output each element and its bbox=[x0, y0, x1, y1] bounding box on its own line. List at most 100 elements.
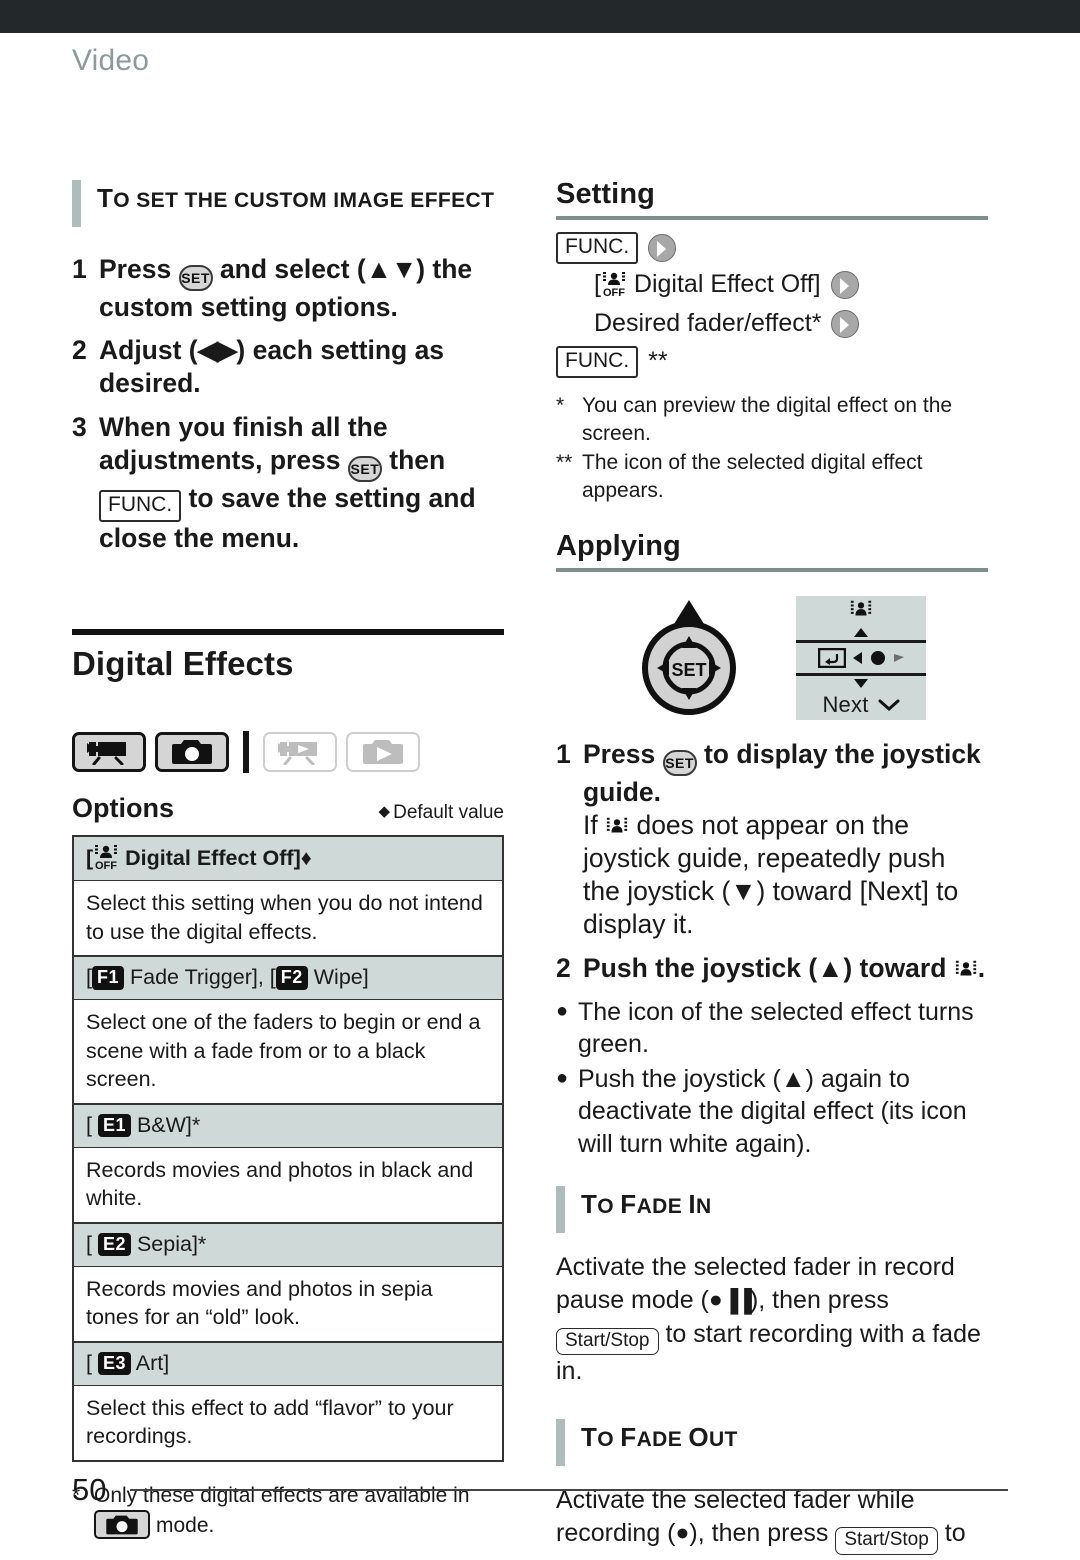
custom-effect-steps: 1 Press SET and select (▲▼) the custom s… bbox=[72, 253, 504, 556]
subhead-text: TO FADE OUT bbox=[581, 1419, 738, 1466]
subhead-rest: O SET THE CUSTOM IMAGE EFFECT bbox=[113, 189, 495, 212]
movie-camera-glyph bbox=[87, 742, 126, 766]
step-2-a: Adjust ( bbox=[99, 335, 198, 366]
note-text: You can preview the digital effect on th… bbox=[582, 393, 953, 445]
digital-effect-off-icon: OFF bbox=[93, 844, 119, 872]
top-black-bar bbox=[0, 0, 1080, 33]
option-row-header-faders: [F1 Fade Trigger], [F2 Wipe] bbox=[74, 957, 502, 1001]
record-photo-mode-icon bbox=[155, 732, 229, 773]
fadeout-rest-2: ADE bbox=[636, 1427, 689, 1451]
joystick-wheel-icon: SET bbox=[642, 600, 736, 716]
step-2-bold-b: ) toward bbox=[843, 952, 954, 983]
func2-suffix: ** bbox=[648, 347, 668, 376]
applying-bullets: ● The icon of the selected effect turns … bbox=[556, 996, 988, 1161]
left-right-arrows: ◀▶ bbox=[197, 335, 238, 366]
joystick-guide-box: Next bbox=[796, 596, 926, 721]
step-2-bold-a: Push the joystick ( bbox=[583, 952, 818, 983]
fadeout-initial-3: O bbox=[688, 1421, 709, 1452]
flow-arrow-icon bbox=[831, 309, 860, 338]
fade-in-paragraph: Activate the selected fader in record pa… bbox=[556, 1251, 988, 1389]
setting-note-1: * You can preview the digital effect on … bbox=[556, 392, 988, 448]
step-body: When you finish all the adjustments, pre… bbox=[99, 411, 504, 555]
fadein-initial-1: T bbox=[581, 1189, 598, 1220]
option-desc-digital-effect-off: Select this setting when you do not inte… bbox=[74, 881, 502, 958]
flow-line2: [OFF Digital Effect Off] bbox=[594, 267, 821, 303]
flow-row-desired-effect: Desired fader/effect* bbox=[594, 306, 988, 342]
step-1-plain-a: If bbox=[583, 810, 606, 841]
right-arrow-icon bbox=[893, 654, 904, 663]
fade-in-text-b: ), then press bbox=[749, 1286, 889, 1315]
chevron-down-icon bbox=[878, 699, 900, 712]
set-key-icon: SET bbox=[347, 456, 382, 483]
fadein-initial-3: I bbox=[688, 1189, 696, 1220]
step-2: 2 Adjust (◀▶) each setting as desired. bbox=[72, 334, 504, 400]
return-icon bbox=[817, 648, 846, 669]
badge-e3-icon: E3 bbox=[97, 1351, 131, 1376]
play-movie-glyph bbox=[278, 742, 317, 766]
page-number: 50 bbox=[72, 1472, 107, 1507]
photo-mode-mini-icon bbox=[94, 1510, 150, 1540]
faders-part-c: Wipe] bbox=[307, 965, 369, 990]
step-body: Adjust (◀▶) each setting as desired. bbox=[99, 334, 504, 400]
play-photo-mode-icon bbox=[346, 732, 420, 773]
mode-divider bbox=[243, 731, 249, 774]
step-3: 3 When you finish all the adjustments, p… bbox=[72, 411, 504, 555]
flow-line2-text: Digital Effect Off] bbox=[633, 270, 821, 299]
fadein-rest-2: ADE bbox=[636, 1195, 689, 1219]
step-number: 1 bbox=[72, 253, 87, 284]
bw-part-a: [ bbox=[86, 1112, 98, 1137]
sepia-part-a: [ bbox=[86, 1231, 98, 1256]
setting-heading-rule bbox=[556, 216, 988, 220]
fadein-rest-1: O bbox=[597, 1195, 621, 1219]
up-down-arrows: ▲▼ bbox=[365, 253, 417, 284]
step-number: 2 bbox=[72, 335, 87, 366]
digital-effect-icon bbox=[849, 599, 873, 623]
accent-bar bbox=[556, 1186, 565, 1233]
footer-rule bbox=[130, 1489, 1008, 1491]
setting-flow: FUNC. [OFF Digital Effect Off] Desired f… bbox=[556, 232, 988, 380]
record-dot-icon: ● bbox=[708, 1286, 723, 1313]
func-key-icon: FUNC. bbox=[556, 232, 639, 265]
play-photo-glyph bbox=[363, 740, 403, 765]
bracket-open: [ bbox=[594, 270, 601, 299]
fadein-rest-3: N bbox=[695, 1195, 712, 1219]
faders-part-b: Fade Trigger], [ bbox=[124, 965, 276, 990]
record-dot-icon: ● bbox=[675, 1519, 690, 1546]
option-row-header-digital-effect-off: [OFF Digital Effect Off]♦ bbox=[74, 837, 502, 882]
step-1-mid: and select ( bbox=[212, 253, 366, 284]
guide-row-effect bbox=[796, 596, 926, 626]
step-1-plain-arrow: ▼ bbox=[730, 876, 757, 907]
guide-next-label: Next bbox=[822, 692, 869, 718]
step-1-bold-pre: Press bbox=[583, 739, 663, 770]
applying-bullet-2: ● Push the joystick (▲) again to deactiv… bbox=[556, 1063, 988, 1161]
accent-bar bbox=[72, 180, 81, 227]
applying-step-2: 2 Push the joystick (▲) toward . bbox=[556, 952, 988, 985]
option-desc-sepia: Records movies and photos in sepia tones… bbox=[74, 1266, 502, 1343]
fade-out-text-b: ), then press bbox=[689, 1519, 836, 1548]
start-stop-key-icon: Start/Stop bbox=[835, 1527, 938, 1555]
step-body: Press SET to display the joystick guide.… bbox=[583, 738, 988, 940]
applying-heading-rule bbox=[556, 568, 988, 573]
fadeout-rest-3: UT bbox=[708, 1427, 738, 1451]
option-row-header-art: [ E3 Art] bbox=[74, 1342, 502, 1386]
setting-notes: * You can preview the digital effect on … bbox=[556, 392, 988, 505]
option-row-header-sepia: [ E2 Sepia]* bbox=[74, 1223, 502, 1267]
svg-text:OFF: OFF bbox=[603, 287, 625, 297]
option-row-header-bw: [ E1 B&W]* bbox=[74, 1104, 502, 1148]
art-part-b: Art] bbox=[130, 1350, 170, 1375]
step-2-bold-c: . bbox=[977, 952, 986, 983]
flow-arrow-icon bbox=[648, 234, 677, 263]
func-key-icon: FUNC. bbox=[556, 345, 639, 379]
options-table: [OFF Digital Effect Off]♦ Select this se… bbox=[72, 835, 504, 1463]
step-body: Push the joystick (▲) toward . bbox=[583, 952, 988, 985]
digital-effect-icon bbox=[605, 813, 629, 837]
record-dot-icon bbox=[870, 651, 885, 666]
default-value-note: ◆ Default value bbox=[379, 802, 504, 824]
setting-heading: Setting bbox=[556, 178, 655, 210]
bullet-dot-icon: ● bbox=[556, 1066, 569, 1089]
fadeout-rest-1: O bbox=[597, 1427, 621, 1451]
running-head: Video bbox=[72, 44, 150, 77]
digital-effects-section: Digital Effects bbox=[72, 629, 504, 683]
bw-part-b: B&W]* bbox=[130, 1112, 201, 1137]
digital-effect-off-icon: OFF bbox=[601, 271, 627, 299]
